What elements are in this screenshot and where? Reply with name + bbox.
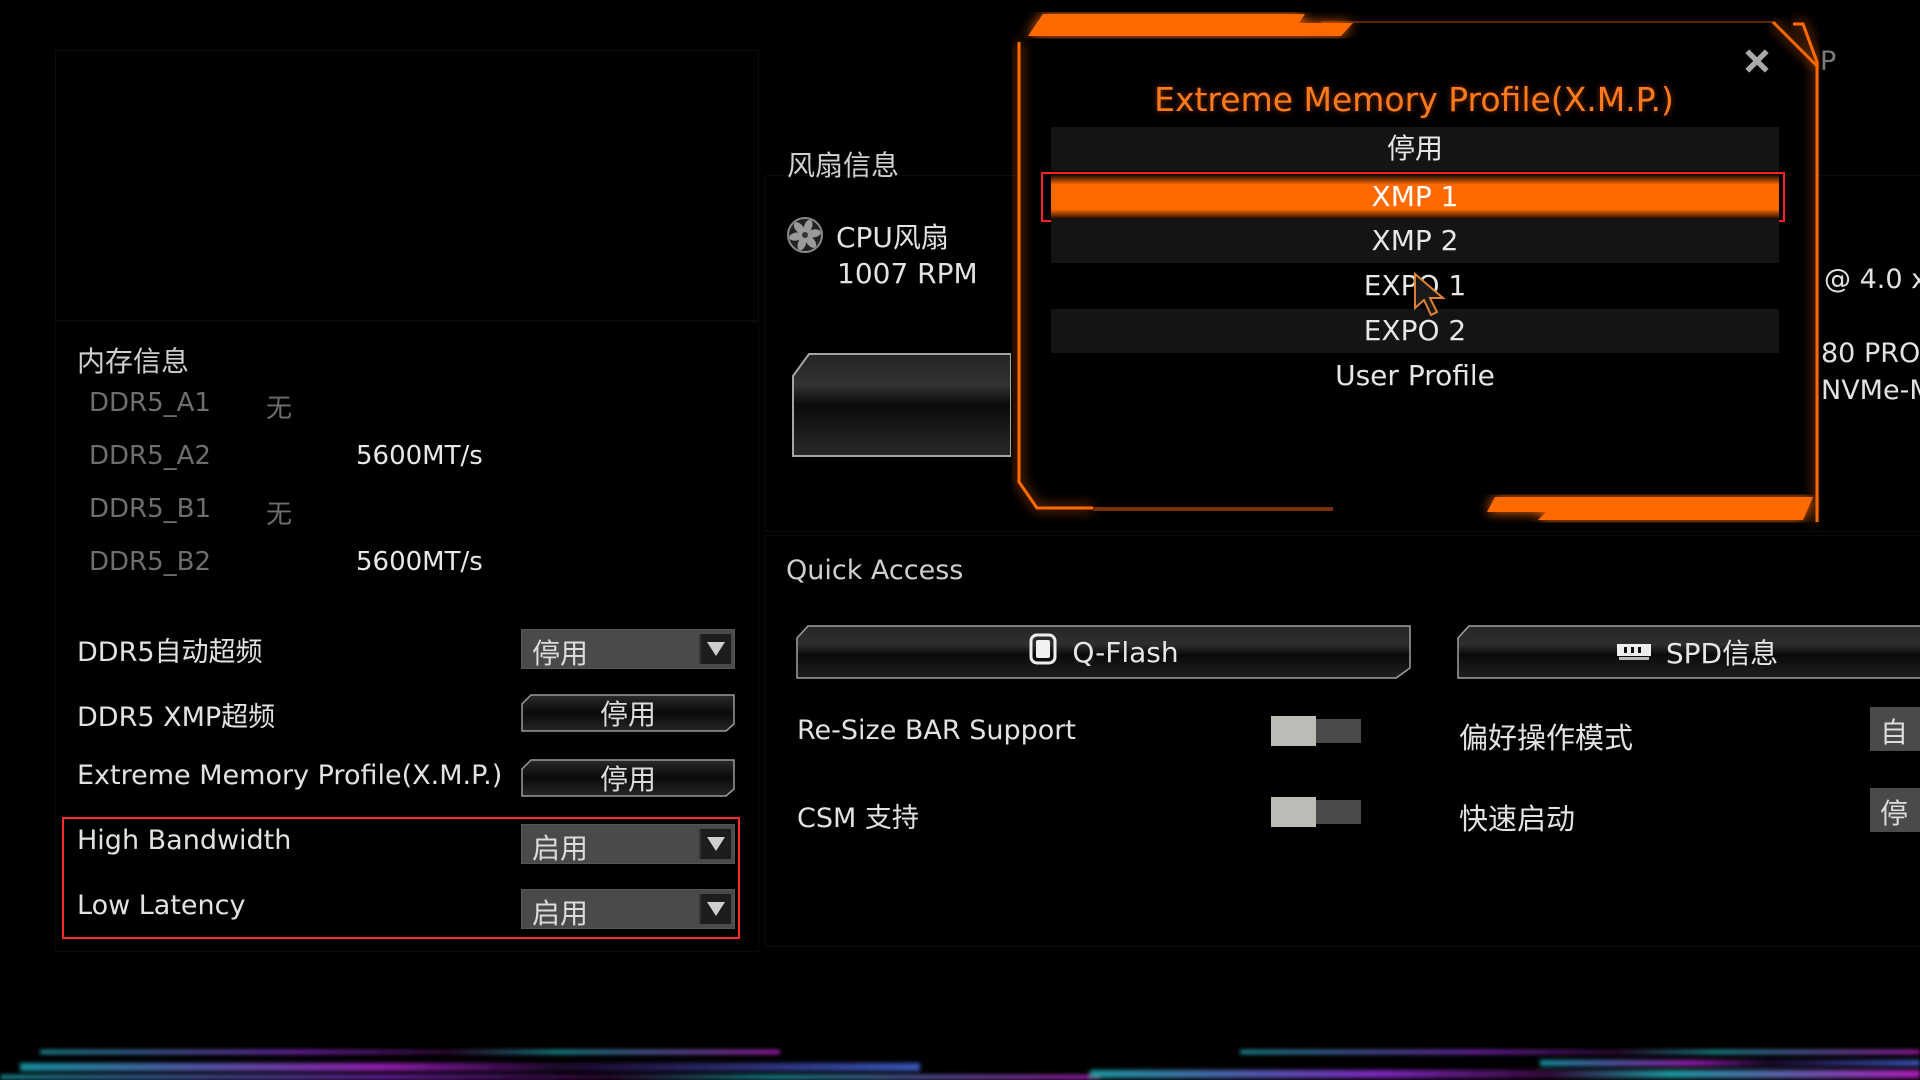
- operation-mode-label: 偏好操作模式: [1459, 721, 1634, 755]
- ssd-model: 80 PRO: [1821, 338, 1920, 369]
- toggle-track: [1316, 800, 1361, 824]
- setting-label: DDR5自动超频: [77, 637, 263, 668]
- select-value: 启用: [532, 897, 589, 930]
- fan-icon: [786, 216, 824, 254]
- selected-option-highlight: [1041, 172, 1785, 222]
- toggle-track: [1316, 719, 1361, 743]
- button-label: 停用: [599, 763, 656, 796]
- slot-status: 无: [266, 500, 293, 530]
- slot-status: 无: [266, 394, 293, 424]
- dropdown-arrow-icon: [699, 634, 731, 664]
- fan-info-title: 风扇信息: [787, 149, 900, 182]
- button-label: 停用: [599, 698, 656, 731]
- popup-option-disabled[interactable]: 停用: [1051, 127, 1779, 171]
- fan-speed: 1007 RPM: [837, 257, 978, 290]
- select-value: 停用: [1880, 797, 1909, 830]
- setting-label: Extreme Memory Profile(X.M.P.): [77, 760, 503, 791]
- fan-control-button[interactable]: [791, 351, 1012, 459]
- spd-info-label: SPD信息: [1665, 637, 1779, 670]
- popup-option-xmp2[interactable]: XMP 2: [1051, 219, 1779, 263]
- fast-boot-select[interactable]: 停用: [1870, 788, 1920, 832]
- dropdown-arrow-icon: [699, 894, 731, 924]
- top-left-panel: [55, 50, 759, 322]
- ssd-type: NVMe-M: [1821, 375, 1920, 406]
- slot-speed: 5600MT/s: [356, 441, 483, 471]
- setting-label: DDR5 XMP超频: [77, 702, 276, 733]
- setting-label: High Bandwidth: [77, 825, 292, 856]
- pcie-info: @ 4.0 x: [1824, 264, 1920, 295]
- select-value: 自动: [1880, 716, 1909, 749]
- low-latency-select[interactable]: 启用: [521, 889, 735, 930]
- ram-module-icon: [1616, 636, 1652, 669]
- close-icon[interactable]: [1740, 46, 1774, 80]
- popup-option-user-profile[interactable]: User Profile: [1051, 354, 1779, 398]
- operation-mode-select[interactable]: 自动: [1870, 707, 1920, 751]
- setting-label: Low Latency: [77, 890, 246, 921]
- xmp-popup-dialog: Extreme Memory Profile(X.M.P.) 停用 XMP 1 …: [1003, 12, 1825, 552]
- chip-icon: [1028, 632, 1058, 673]
- ddr5-xmp-oc-button[interactable]: 停用: [521, 694, 735, 732]
- select-value: 停用: [532, 637, 589, 670]
- qflash-button[interactable]: Q-Flash: [796, 624, 1411, 680]
- xmp-profile-button[interactable]: 停用: [521, 759, 735, 797]
- quick-access-title: Quick Access: [786, 555, 964, 586]
- fan-name: CPU风扇: [836, 221, 949, 254]
- dropdown-arrow-icon: [699, 829, 731, 859]
- resize-bar-label: Re-Size BAR Support: [797, 715, 1076, 746]
- csm-label: CSM 支持: [797, 803, 919, 834]
- decorative-light-bar: [0, 1050, 1920, 1079]
- resize-bar-toggle[interactable]: [1271, 716, 1361, 746]
- toggle-knob: [1271, 716, 1316, 746]
- select-value: 启用: [532, 832, 589, 865]
- fast-boot-label: 快速启动: [1459, 802, 1576, 836]
- slot-name: DDR5_A2: [89, 441, 211, 471]
- csm-toggle[interactable]: [1271, 797, 1361, 827]
- high-bandwidth-select[interactable]: 启用: [521, 824, 735, 865]
- qflash-label: Q-Flash: [1072, 635, 1179, 669]
- slot-name: DDR5_B1: [89, 494, 212, 524]
- memory-info-title: 内存信息: [77, 345, 190, 378]
- spd-info-button[interactable]: SPD信息: [1457, 624, 1920, 680]
- ddr5-auto-oc-select[interactable]: 停用: [521, 629, 735, 670]
- toggle-knob: [1271, 797, 1316, 827]
- popup-title: Extreme Memory Profile(X.M.P.): [1154, 80, 1674, 119]
- slot-name: DDR5_A1: [89, 388, 211, 418]
- mouse-cursor-icon: [1413, 271, 1447, 322]
- slot-speed: 5600MT/s: [356, 547, 483, 577]
- slot-name: DDR5_B2: [89, 547, 212, 577]
